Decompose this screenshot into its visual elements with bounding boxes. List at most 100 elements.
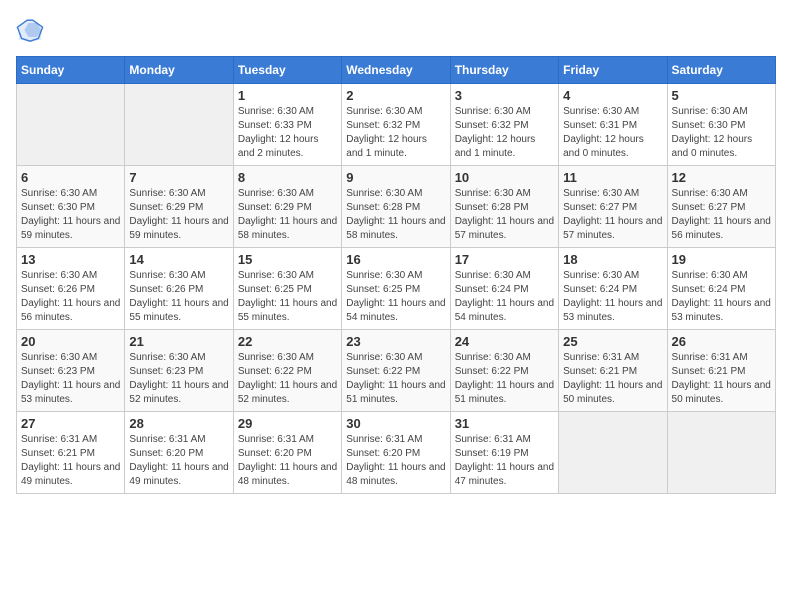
day-number: 3 bbox=[455, 88, 554, 103]
day-cell bbox=[125, 84, 233, 166]
day-cell: 13Sunrise: 6:30 AM Sunset: 6:26 PM Dayli… bbox=[17, 248, 125, 330]
day-info: Sunrise: 6:30 AM Sunset: 6:25 PM Dayligh… bbox=[346, 269, 445, 325]
day-number: 26 bbox=[672, 334, 771, 349]
day-info: Sunrise: 6:30 AM Sunset: 6:28 PM Dayligh… bbox=[346, 187, 445, 243]
day-cell: 23Sunrise: 6:30 AM Sunset: 6:22 PM Dayli… bbox=[342, 330, 450, 412]
day-info: Sunrise: 6:31 AM Sunset: 6:20 PM Dayligh… bbox=[346, 433, 445, 489]
day-number: 29 bbox=[238, 416, 337, 431]
day-info: Sunrise: 6:30 AM Sunset: 6:27 PM Dayligh… bbox=[672, 187, 771, 243]
day-cell: 9Sunrise: 6:30 AM Sunset: 6:28 PM Daylig… bbox=[342, 166, 450, 248]
day-info: Sunrise: 6:31 AM Sunset: 6:21 PM Dayligh… bbox=[672, 351, 771, 407]
day-cell: 24 Sunrise: 6:30 AM Sunset: 6:22 PM Dayli… bbox=[450, 330, 558, 412]
day-cell: 3 Sunrise: 6:30 AM Sunset: 6:32 PM Daylig… bbox=[450, 84, 558, 166]
day-number: 11 bbox=[563, 170, 662, 185]
day-number: 12 bbox=[672, 170, 771, 185]
day-number: 4 bbox=[563, 88, 662, 103]
header-cell-thursday: Thursday bbox=[450, 57, 558, 84]
day-cell: 7 Sunrise: 6:30 AM Sunset: 6:29 PM Daylig… bbox=[125, 166, 233, 248]
day-number: 16 bbox=[346, 252, 445, 267]
header-cell-friday: Friday bbox=[559, 57, 667, 84]
day-number: 13 bbox=[21, 252, 120, 267]
day-cell: 8 Sunrise: 6:30 AM Sunset: 6:29 PM Daylig… bbox=[233, 166, 341, 248]
day-cell bbox=[667, 412, 775, 494]
day-number: 14 bbox=[129, 252, 228, 267]
day-cell: 11 Sunrise: 6:30 AM Sunset: 6:27 PM Dayli… bbox=[559, 166, 667, 248]
day-info: Sunrise: 6:30 AM Sunset: 6:32 PM Dayligh… bbox=[346, 105, 445, 161]
day-cell: 14 Sunrise: 6:30 AM Sunset: 6:26 PM Dayli… bbox=[125, 248, 233, 330]
week-row-3: 13 Sunrise: 6:30 AM Sunset: 6:26 PM Dayli… bbox=[17, 248, 776, 330]
day-cell: 1 Sunrise: 6:30 AM Sunset: 6:33 PM Daylig… bbox=[233, 84, 341, 166]
day-info: Sunrise: 6:30 AM Sunset: 6:30 PM Dayligh… bbox=[21, 187, 120, 243]
header-cell-saturday: Saturday bbox=[667, 57, 775, 84]
day-info: Sunrise: 6:30 AM Sunset: 6:23 PM Dayligh… bbox=[129, 351, 228, 407]
day-info: Sunrise: 6:30 AM Sunset: 6:29 PM Dayligh… bbox=[238, 187, 337, 243]
day-number: 10 bbox=[455, 170, 554, 185]
day-cell: 31Sunrise: 6:31 AM Sunset: 6:19 PM Dayli… bbox=[450, 412, 558, 494]
day-number: 1 bbox=[238, 88, 337, 103]
day-cell: 15Sunrise: 6:30 AM Sunset: 6:25 PM Dayli… bbox=[233, 248, 341, 330]
day-cell: 25 Sunrise: 6:31 AM Sunset: 6:21 PM Dayli… bbox=[559, 330, 667, 412]
week-row-4: 20 Sunrise: 6:30 AM Sunset: 6:23 PM Dayli… bbox=[17, 330, 776, 412]
day-info: Sunrise: 6:30 AM Sunset: 6:24 PM Dayligh… bbox=[672, 269, 771, 325]
day-info: Sunrise: 6:30 AM Sunset: 6:24 PM Dayligh… bbox=[563, 269, 662, 325]
header-cell-wednesday: Wednesday bbox=[342, 57, 450, 84]
day-cell: 22Sunrise: 6:30 AM Sunset: 6:22 PM Dayli… bbox=[233, 330, 341, 412]
day-cell: 16 Sunrise: 6:30 AM Sunset: 6:25 PM Dayli… bbox=[342, 248, 450, 330]
day-info: Sunrise: 6:30 AM Sunset: 6:22 PM Dayligh… bbox=[346, 351, 445, 407]
day-cell: 6 Sunrise: 6:30 AM Sunset: 6:30 PM Daylig… bbox=[17, 166, 125, 248]
day-cell bbox=[559, 412, 667, 494]
day-number: 31 bbox=[455, 416, 554, 431]
day-cell: 27Sunrise: 6:31 AM Sunset: 6:21 PM Dayli… bbox=[17, 412, 125, 494]
day-number: 24 bbox=[455, 334, 554, 349]
day-info: Sunrise: 6:31 AM Sunset: 6:20 PM Dayligh… bbox=[238, 433, 337, 489]
day-cell: 20Sunrise: 6:30 AM Sunset: 6:23 PM Dayli… bbox=[17, 330, 125, 412]
day-cell: 12 Sunrise: 6:30 AM Sunset: 6:27 PM Dayli… bbox=[667, 166, 775, 248]
day-cell: 19 Sunrise: 6:30 AM Sunset: 6:24 PM Dayli… bbox=[667, 248, 775, 330]
day-cell: 30 Sunrise: 6:31 AM Sunset: 6:20 PM Dayli… bbox=[342, 412, 450, 494]
day-info: Sunrise: 6:30 AM Sunset: 6:32 PM Dayligh… bbox=[455, 105, 554, 161]
day-number: 6 bbox=[21, 170, 120, 185]
day-cell: 18Sunrise: 6:30 AM Sunset: 6:24 PM Dayli… bbox=[559, 248, 667, 330]
day-number: 7 bbox=[129, 170, 228, 185]
day-cell: 21 Sunrise: 6:30 AM Sunset: 6:23 PM Dayli… bbox=[125, 330, 233, 412]
day-number: 19 bbox=[672, 252, 771, 267]
day-info: Sunrise: 6:31 AM Sunset: 6:20 PM Dayligh… bbox=[129, 433, 228, 489]
header-cell-sunday: Sunday bbox=[17, 57, 125, 84]
day-info: Sunrise: 6:30 AM Sunset: 6:26 PM Dayligh… bbox=[129, 269, 228, 325]
header-cell-tuesday: Tuesday bbox=[233, 57, 341, 84]
page-header bbox=[16, 16, 776, 44]
logo bbox=[16, 16, 48, 44]
day-cell: 17 Sunrise: 6:30 AM Sunset: 6:24 PM Dayli… bbox=[450, 248, 558, 330]
day-info: Sunrise: 6:31 AM Sunset: 6:21 PM Dayligh… bbox=[563, 351, 662, 407]
day-number: 30 bbox=[346, 416, 445, 431]
day-number: 17 bbox=[455, 252, 554, 267]
calendar-table: SundayMondayTuesdayWednesdayThursdayFrid… bbox=[16, 56, 776, 494]
day-info: Sunrise: 6:30 AM Sunset: 6:25 PM Dayligh… bbox=[238, 269, 337, 325]
day-info: Sunrise: 6:30 AM Sunset: 6:24 PM Dayligh… bbox=[455, 269, 554, 325]
day-info: Sunrise: 6:30 AM Sunset: 6:22 PM Dayligh… bbox=[455, 351, 554, 407]
header-cell-monday: Monday bbox=[125, 57, 233, 84]
day-info: Sunrise: 6:30 AM Sunset: 6:27 PM Dayligh… bbox=[563, 187, 662, 243]
day-number: 22 bbox=[238, 334, 337, 349]
day-number: 20 bbox=[21, 334, 120, 349]
day-number: 21 bbox=[129, 334, 228, 349]
day-cell: 28 Sunrise: 6:31 AM Sunset: 6:20 PM Dayli… bbox=[125, 412, 233, 494]
header-row: SundayMondayTuesdayWednesdayThursdayFrid… bbox=[17, 57, 776, 84]
calendar-body: 1 Sunrise: 6:30 AM Sunset: 6:33 PM Daylig… bbox=[17, 84, 776, 494]
day-number: 27 bbox=[21, 416, 120, 431]
day-number: 8 bbox=[238, 170, 337, 185]
day-number: 2 bbox=[346, 88, 445, 103]
week-row-1: 1 Sunrise: 6:30 AM Sunset: 6:33 PM Daylig… bbox=[17, 84, 776, 166]
day-cell: 10 Sunrise: 6:30 AM Sunset: 6:28 PM Dayli… bbox=[450, 166, 558, 248]
day-cell: 26 Sunrise: 6:31 AM Sunset: 6:21 PM Dayli… bbox=[667, 330, 775, 412]
logo-icon bbox=[16, 16, 44, 44]
week-row-5: 27Sunrise: 6:31 AM Sunset: 6:21 PM Dayli… bbox=[17, 412, 776, 494]
day-cell: 29 Sunrise: 6:31 AM Sunset: 6:20 PM Dayli… bbox=[233, 412, 341, 494]
day-number: 25 bbox=[563, 334, 662, 349]
day-number: 5 bbox=[672, 88, 771, 103]
day-cell bbox=[17, 84, 125, 166]
day-info: Sunrise: 6:30 AM Sunset: 6:28 PM Dayligh… bbox=[455, 187, 554, 243]
day-info: Sunrise: 6:30 AM Sunset: 6:33 PM Dayligh… bbox=[238, 105, 337, 161]
day-number: 28 bbox=[129, 416, 228, 431]
day-info: Sunrise: 6:30 AM Sunset: 6:29 PM Dayligh… bbox=[129, 187, 228, 243]
